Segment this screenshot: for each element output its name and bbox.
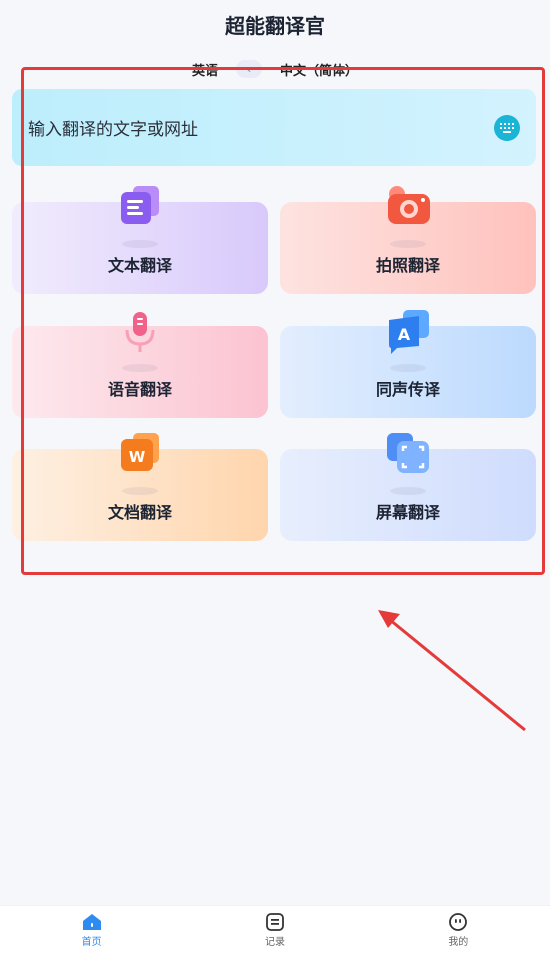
voice-translate-label: 语音翻译	[107, 380, 172, 399]
text-translate-card[interactable]: 文本翻译	[12, 186, 268, 294]
speech-bubble-a-icon: A	[383, 308, 433, 372]
tab-records[interactable]: 记录	[235, 913, 315, 948]
voice-translate-card[interactable]: 语音翻译	[12, 312, 268, 418]
source-language[interactable]: 英语	[192, 60, 218, 79]
svg-text:W: W	[129, 448, 146, 466]
tab-mine[interactable]: 我的	[418, 913, 498, 948]
simultaneous-interpret-card[interactable]: A 同声传译	[280, 310, 536, 418]
record-list-icon	[266, 913, 284, 931]
app-title: 超能翻译官	[225, 14, 325, 38]
target-language[interactable]: 中文（简体）	[280, 60, 358, 79]
document-translate-card[interactable]: W 文档翻译	[12, 433, 268, 541]
swap-language-button[interactable]: ‹	[236, 60, 262, 78]
text-translate-label: 文本翻译	[107, 256, 172, 275]
tab-records-label: 记录	[264, 937, 285, 948]
tab-mine-label: 我的	[448, 937, 469, 948]
word-document-icon: W	[115, 431, 165, 495]
annotation-arrow	[378, 610, 526, 732]
tab-home[interactable]: 首页	[52, 913, 132, 948]
swap-arrows-icon: ‹	[246, 62, 252, 76]
bottom-tab-bar: 首页 记录 我的	[0, 905, 550, 955]
profile-face-icon	[449, 913, 468, 931]
photo-translate-label: 拍照翻译	[375, 256, 440, 275]
screen-translate-label: 屏幕翻译	[375, 503, 440, 522]
document-translate-label: 文档翻译	[107, 503, 172, 522]
translate-input-card[interactable]: 输入翻译的文字或网址	[12, 89, 536, 166]
translate-input-placeholder[interactable]: 输入翻译的文字或网址	[28, 115, 494, 140]
microphone-icon	[115, 308, 165, 372]
keyboard-icon	[500, 122, 514, 133]
screen-translate-card[interactable]: 屏幕翻译	[280, 433, 536, 541]
home-icon	[82, 914, 101, 930]
camera-icon	[383, 184, 433, 248]
tab-home-label: 首页	[81, 937, 102, 948]
language-selector: 英语 ‹ 中文（简体）	[0, 58, 550, 80]
keyboard-button[interactable]	[494, 114, 520, 141]
photo-translate-card[interactable]: 拍照翻译	[280, 186, 536, 294]
simultaneous-interpret-label: 同声传译	[375, 380, 440, 399]
svg-text:A: A	[398, 325, 411, 344]
screen-scan-icon	[383, 431, 433, 495]
text-document-icon	[115, 184, 165, 248]
